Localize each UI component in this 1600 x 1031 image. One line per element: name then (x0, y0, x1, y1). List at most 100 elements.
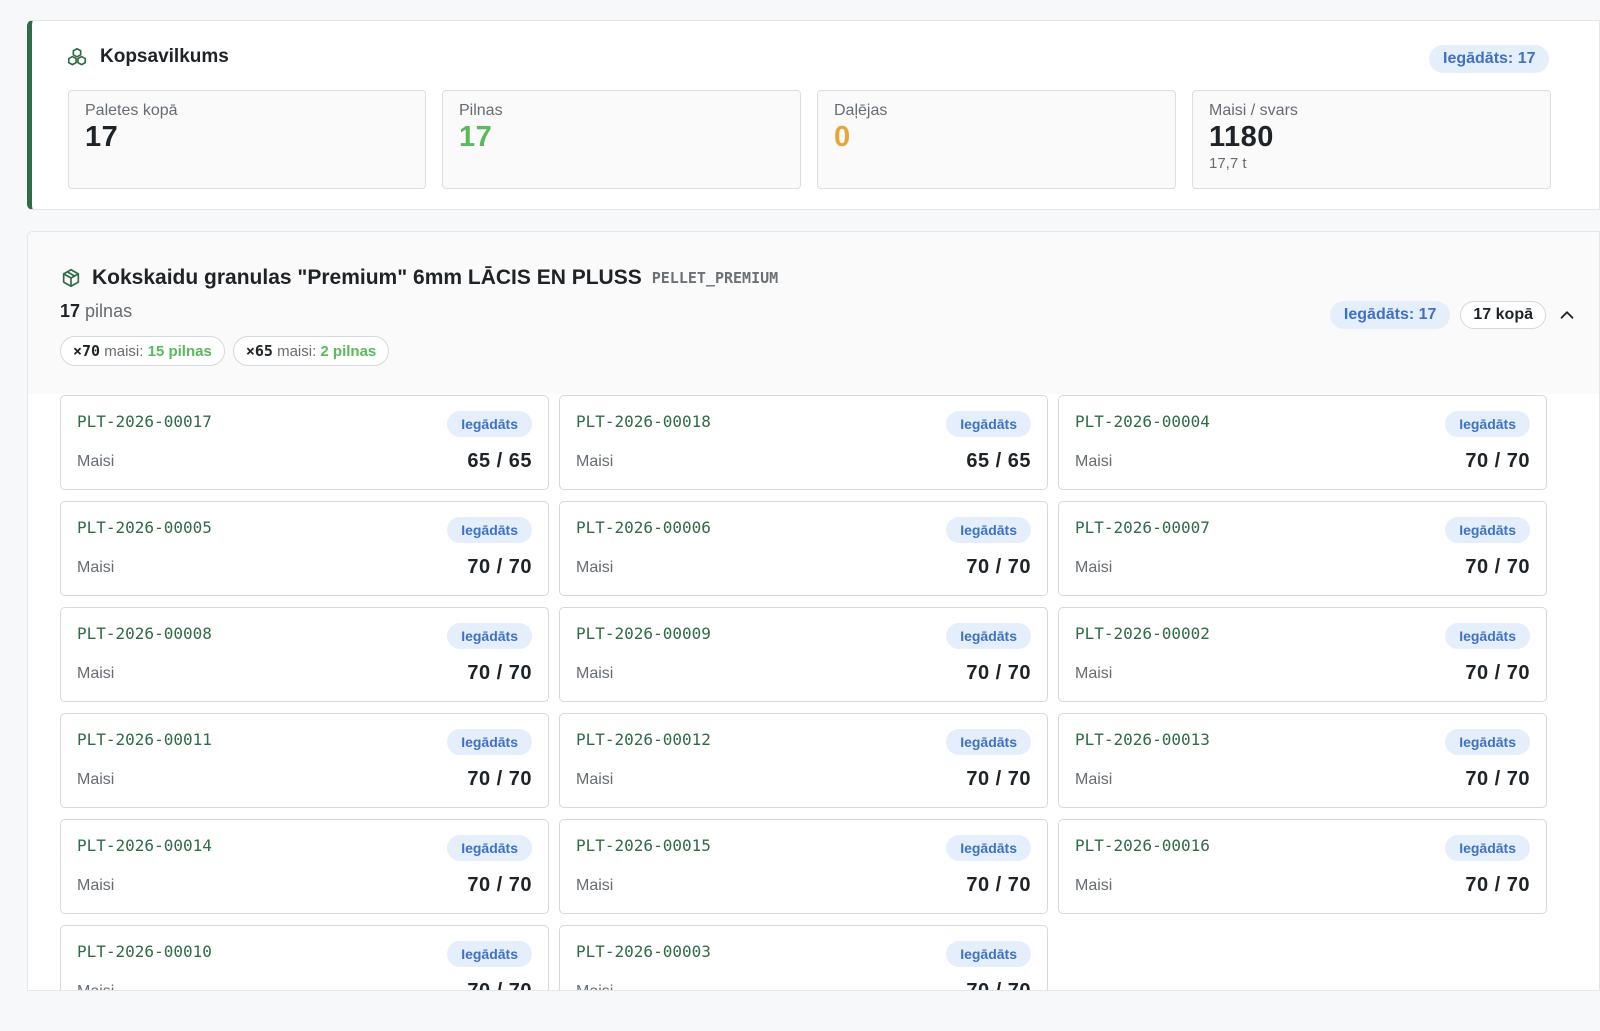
package-icon (60, 267, 82, 289)
pallet-status-badge: Iegādāts (447, 517, 532, 543)
pallet-bags-count: 70 / 70 (966, 662, 1031, 684)
pallet-bags-count: 70 / 70 (1465, 556, 1530, 578)
pallet-card[interactable]: PLT-2026-00004 Iegādāts Maisi 70 / 70 (1058, 395, 1547, 490)
pallet-id: PLT-2026-00011 (77, 730, 212, 749)
pallet-card[interactable]: PLT-2026-00010 Iegādāts Maisi 70 / 70 (60, 925, 549, 991)
pallet-card[interactable]: PLT-2026-00006 Iegādāts Maisi 70 / 70 (559, 501, 1048, 596)
pallet-id: PLT-2026-00018 (576, 412, 711, 431)
pallet-card[interactable]: PLT-2026-00018 Iegādāts Maisi 65 / 65 (559, 395, 1048, 490)
chip-multiplier: ×70 (73, 342, 101, 360)
pallet-id: PLT-2026-00017 (77, 412, 212, 431)
pallet-bags-label: Maisi (77, 983, 114, 990)
pallet-id: PLT-2026-00010 (77, 942, 212, 961)
pallet-id: PLT-2026-00005 (77, 518, 212, 537)
pallet-card[interactable]: PLT-2026-00013 Iegādāts Maisi 70 / 70 (1058, 713, 1547, 808)
pallet-card[interactable]: PLT-2026-00007 Iegādāts Maisi 70 / 70 (1058, 501, 1547, 596)
pallet-status-badge: Iegādāts (447, 941, 532, 967)
pallet-card[interactable]: PLT-2026-00003 Iegādāts Maisi 70 / 70 (559, 925, 1048, 991)
stat-label: Maisi / svars (1209, 102, 1298, 119)
pallet-id: PLT-2026-00002 (1075, 624, 1210, 643)
stat-value: 17 (459, 121, 493, 153)
pallet-status-badge: Iegādāts (1445, 835, 1530, 861)
pallet-bags-count: 70 / 70 (966, 768, 1031, 790)
pallet-card[interactable]: PLT-2026-00002 Iegādāts Maisi 70 / 70 (1058, 607, 1547, 702)
pallet-id: PLT-2026-00015 (576, 836, 711, 855)
pallet-status-badge: Iegādāts (946, 835, 1031, 861)
product-header-actions: Iegādāts: 17 17 kopā (1329, 301, 1578, 329)
pallet-bags-label: Maisi (1075, 559, 1113, 576)
pallet-bags-count: 65 / 65 (966, 450, 1031, 472)
pallet-id: PLT-2026-00009 (576, 624, 711, 643)
pallet-bags-label: Maisi (576, 877, 614, 894)
pallet-card[interactable]: PLT-2026-00005 Iegādāts Maisi 70 / 70 (60, 501, 549, 596)
product-card: Kokskaidu granulas "Premium" 6mm LĀCIS E… (27, 231, 1600, 991)
pallet-card[interactable]: PLT-2026-00017 Iegādāts Maisi 65 / 65 (60, 395, 549, 490)
stat-pallets-total: Paletes kopā 17 (68, 90, 426, 189)
pallet-bags-count: 70 / 70 (467, 874, 532, 896)
chip-value: 2 pilnas (320, 343, 377, 360)
pallet-bags-label: Maisi (576, 771, 614, 788)
pallet-id: PLT-2026-00014 (77, 836, 212, 855)
pallet-status-badge: Iegādāts (1445, 411, 1530, 437)
pallet-bags-label: Maisi (1075, 453, 1113, 470)
chip-multiplier: ×65 (245, 342, 273, 360)
pallet-card[interactable]: PLT-2026-00014 Iegādāts Maisi 70 / 70 (60, 819, 549, 914)
stat-bags-weight: Maisi / svars 1180 17,7 t (1192, 90, 1551, 189)
pallet-status-badge: Iegādāts (946, 941, 1031, 967)
chevron-up-icon[interactable] (1556, 304, 1578, 326)
pallet-bags-label: Maisi (77, 665, 115, 682)
chip-value: 15 pilnas (147, 343, 212, 360)
pallet-bags-label: Maisi (1075, 665, 1113, 682)
pallet-bags-count: 70 / 70 (1465, 662, 1530, 684)
pallet-bags-count: 70 / 70 (467, 980, 532, 991)
pallet-bags-label: Maisi (77, 559, 115, 576)
pallet-bags-count: 65 / 65 (467, 450, 532, 472)
boxes-icon (66, 46, 88, 68)
pallet-id: PLT-2026-00006 (576, 518, 711, 537)
stat-label: Daļējas (834, 102, 888, 119)
bag-chips: ×70 maisi: 15 pilnas ×65 maisi: 2 pilnas (60, 336, 390, 366)
pallet-card[interactable]: PLT-2026-00015 Iegādāts Maisi 70 / 70 (559, 819, 1048, 914)
pallet-card[interactable]: PLT-2026-00008 Iegādāts Maisi 70 / 70 (60, 607, 549, 702)
stat-value: 0 (834, 121, 851, 153)
pallet-status-badge: Iegādāts (447, 411, 532, 437)
pallet-bags-label: Maisi (77, 877, 115, 894)
bag-chip-70: ×70 maisi: 15 pilnas (60, 336, 225, 366)
stat-value: 17 (85, 121, 119, 153)
chip-label: maisi: (104, 343, 144, 360)
pallet-card[interactable]: PLT-2026-00011 Iegādāts Maisi 70 / 70 (60, 713, 549, 808)
pallet-card[interactable]: PLT-2026-00009 Iegādāts Maisi 70 / 70 (559, 607, 1048, 702)
full-count: 17 (60, 301, 81, 321)
pallet-card[interactable]: PLT-2026-00012 Iegādāts Maisi 70 / 70 (559, 713, 1048, 808)
pallet-bags-label: Maisi (576, 453, 614, 470)
pallet-bags-count: 70 / 70 (467, 556, 532, 578)
product-title: Kokskaidu granulas "Premium" 6mm LĀCIS E… (92, 266, 642, 289)
pallet-bags-count: 70 / 70 (1465, 874, 1530, 896)
pallet-card[interactable]: PLT-2026-00016 Iegādāts Maisi 70 / 70 (1058, 819, 1547, 914)
pallet-bags-count: 70 / 70 (467, 768, 532, 790)
pallet-status-badge: Iegādāts (946, 517, 1031, 543)
pallet-bags-label: Maisi (1075, 771, 1113, 788)
pallet-status-badge: Iegādāts (447, 729, 532, 755)
summary-title: Kopsavilkums (100, 46, 229, 67)
pallet-bags-label: Maisi (77, 771, 115, 788)
pallet-status-badge: Iegādāts (1445, 517, 1530, 543)
product-title-row: Kokskaidu granulas "Premium" 6mm LĀCIS E… (60, 266, 778, 290)
stat-label: Pilnas (459, 102, 503, 119)
pallet-status-badge: Iegādāts (1445, 623, 1530, 649)
pallet-id: PLT-2026-00016 (1075, 836, 1210, 855)
pallet-bags-count: 70 / 70 (966, 874, 1031, 896)
bag-chip-65: ×65 maisi: 2 pilnas (232, 336, 390, 366)
stat-value: 1180 (1209, 121, 1274, 153)
summary-card: Kopsavilkums Iegādāts: 17 Paletes kopā 1… (27, 20, 1600, 210)
pallet-status-badge: Iegādāts (447, 835, 532, 861)
pallet-status-badge: Iegādāts (946, 729, 1031, 755)
pallet-bags-count: 70 / 70 (966, 980, 1031, 991)
product-total-badge: 17 kopā (1460, 301, 1546, 329)
pallet-status-badge: Iegādāts (1445, 729, 1530, 755)
product-header[interactable]: Kokskaidu granulas "Premium" 6mm LĀCIS E… (28, 232, 1599, 394)
summary-status-badge: Iegādāts: 17 (1429, 45, 1550, 73)
product-code: PELLET_PREMIUM (651, 269, 779, 287)
product-status-badge: Iegādāts: 17 (1329, 301, 1451, 329)
pallet-id: PLT-2026-00007 (1075, 518, 1210, 537)
